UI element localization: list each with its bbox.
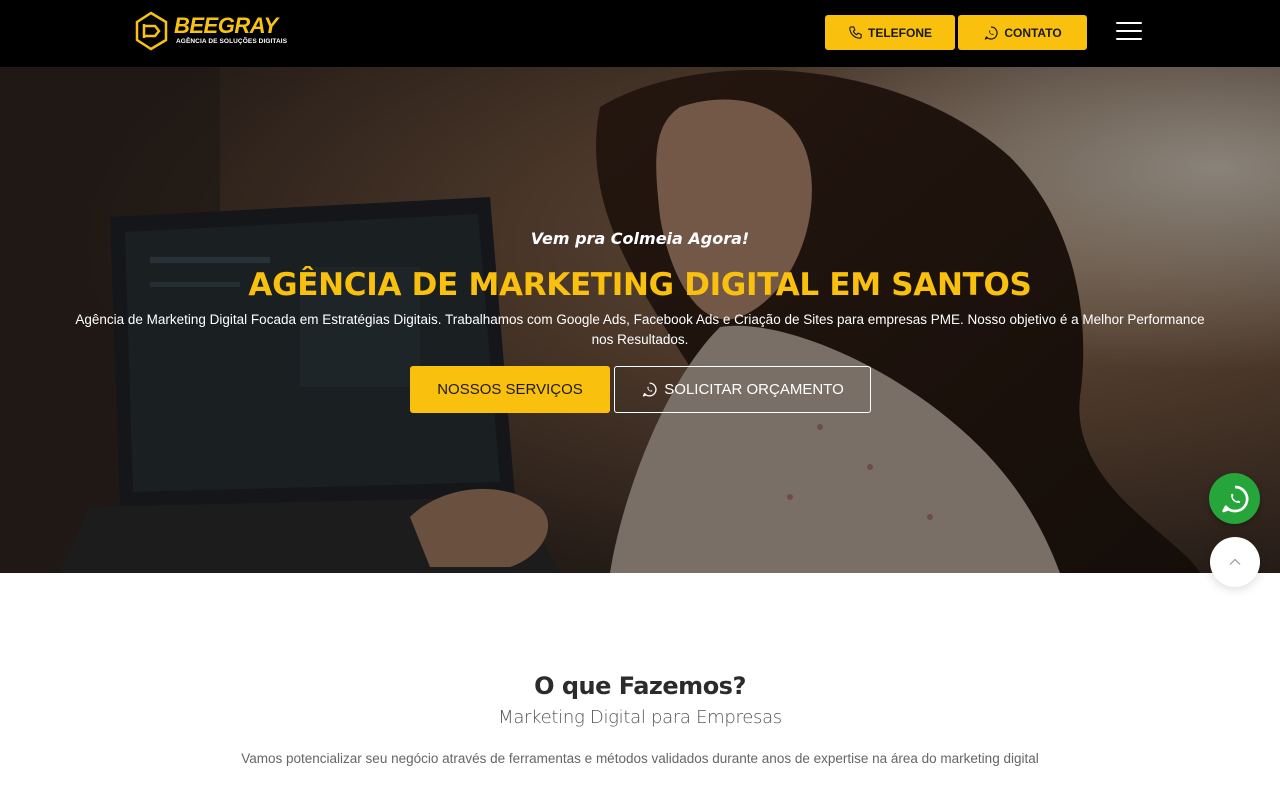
nossos-servicos-button[interactable]: NOSSOS SERVIÇOS [410,366,610,413]
logo-tagline: AGÊNCIA DE SOLUÇÕES DIGITAIS [176,38,288,45]
solicitar-orcamento-label: SOLICITAR ORÇAMENTO [664,381,844,398]
phone-icon [849,26,862,39]
whatsapp-icon [985,25,998,40]
hero-kicker: Vem pra Colmeia Agora! [530,229,750,248]
contato-label: CONTATO [1004,25,1062,40]
section-title: O que Fazemos? [534,672,746,700]
telefone-button[interactable]: TELEFONE [825,15,955,50]
whatsapp-icon [643,382,657,397]
section-text: Vamos potencializar seu negócio através … [241,751,1039,766]
back-to-top-button[interactable] [1210,537,1260,587]
section-subtitle: Marketing Digital para Empresas [498,707,782,728]
hero-description: Agência de Marketing Digital Focada em E… [75,312,1205,347]
nossos-servicos-label: NOSSOS SERVIÇOS [437,381,583,398]
contato-button[interactable]: CONTATO [958,15,1087,50]
site-header: BEEGRAY AGÊNCIA DE SOLUÇÕES DIGITAIS TEL… [0,0,1280,67]
chevron-up-icon [1229,558,1241,565]
whatsapp-float-button[interactable] [1209,473,1260,524]
telefone-label: TELEFONE [867,25,932,40]
logo-wordmark: BEEGRAY [174,13,278,38]
hero-section: Vem pra Colmeia Agora! AGÊNCIA DE MARKET… [0,67,1280,573]
solicitar-orcamento-button[interactable]: SOLICITAR ORÇAMENTO [614,366,871,413]
hero-title: AGÊNCIA DE MARKETING DIGITAL EM SANTOS [248,267,1032,303]
whatsapp-icon [1221,485,1248,512]
logo-link[interactable]: BEEGRAY AGÊNCIA DE SOLUÇÕES DIGITAIS [0,0,300,67]
hamburger-menu-icon[interactable] [1114,19,1144,43]
